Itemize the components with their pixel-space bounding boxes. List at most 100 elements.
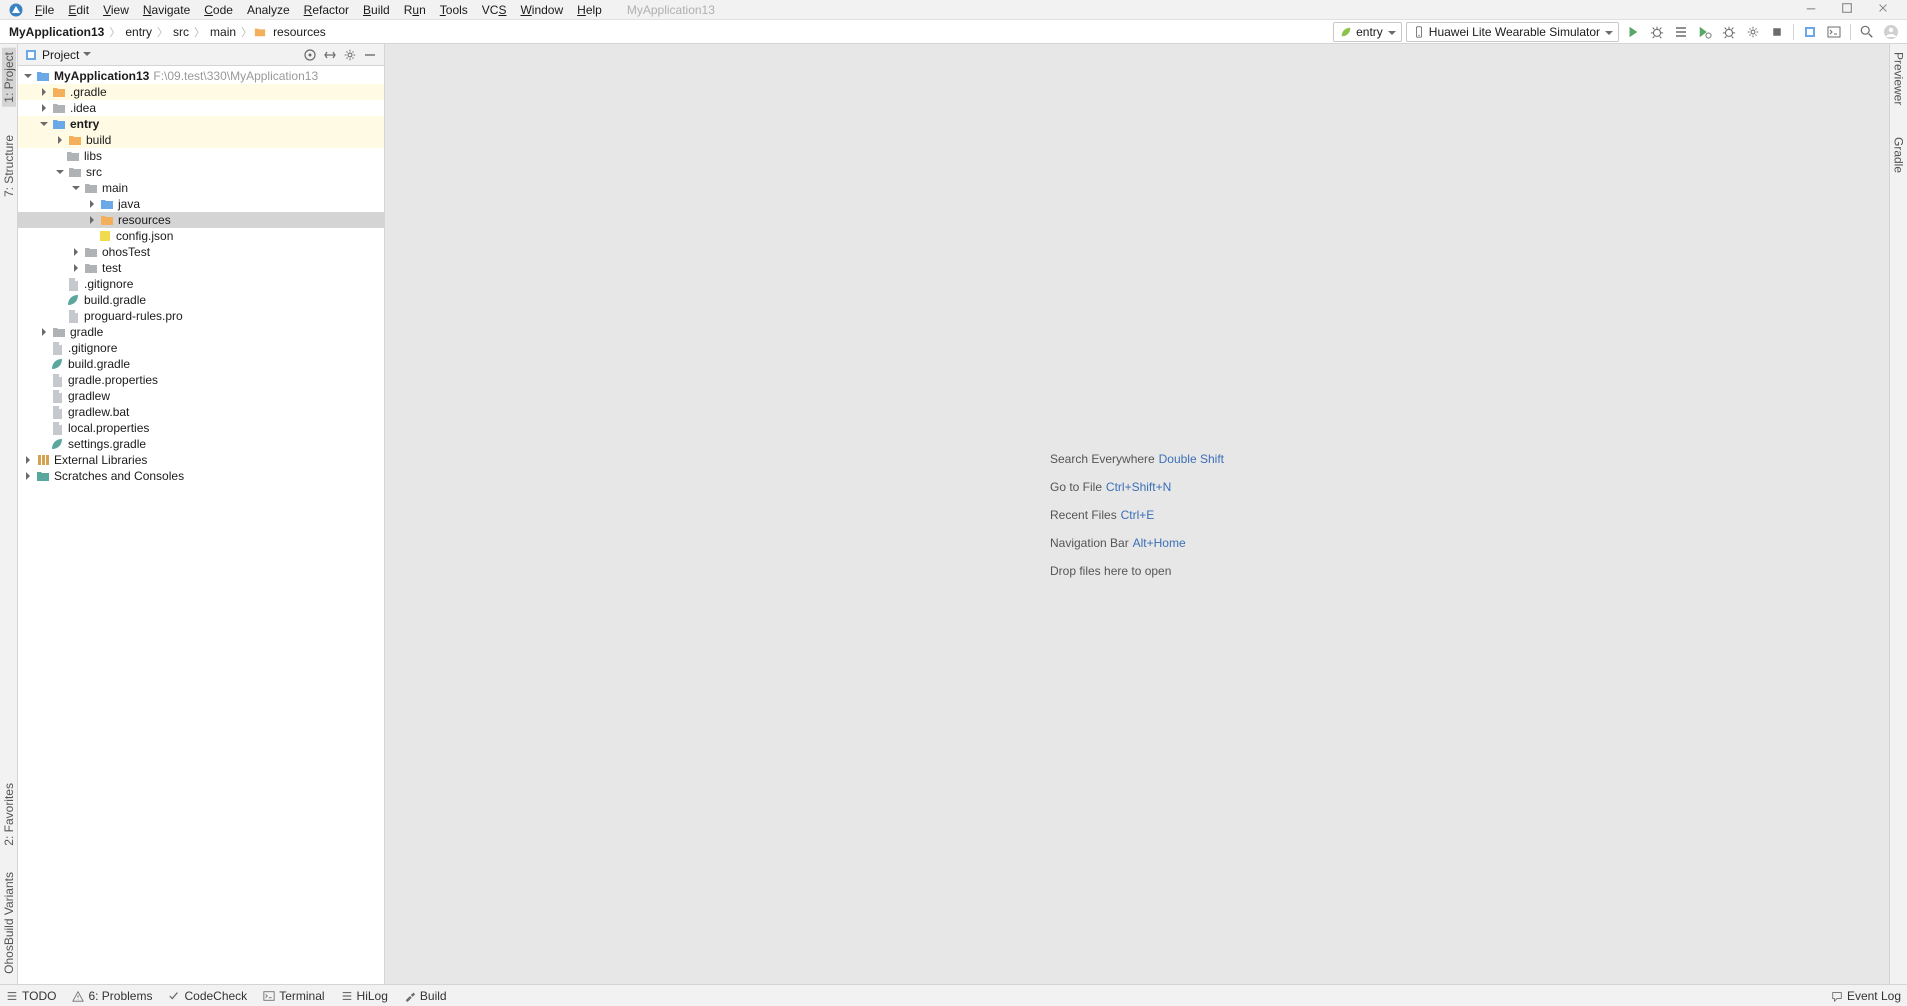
tree-test[interactable]: test	[18, 260, 384, 276]
file-icon	[66, 309, 80, 323]
menu-analyze[interactable]: Analyze	[240, 3, 297, 17]
editor-hints: Search Everywhere Double Shift Go to Fil…	[1050, 438, 1224, 590]
breadcrumb-main[interactable]: main	[207, 25, 239, 39]
device-combo[interactable]: Huawei Lite Wearable Simulator	[1406, 22, 1619, 42]
tree-java[interactable]: java	[18, 196, 384, 212]
run-tests-button[interactable]	[1743, 22, 1763, 42]
search-everywhere-button[interactable]	[1857, 22, 1877, 42]
locate-button[interactable]	[302, 47, 318, 63]
tree-scratches[interactable]: Scratches and Consoles	[18, 468, 384, 484]
file-icon	[50, 341, 64, 355]
status-eventlog[interactable]: Event Log	[1831, 989, 1901, 1003]
stop-button[interactable]	[1767, 22, 1787, 42]
gutter-structure-tab[interactable]: 7: Structure	[2, 131, 16, 201]
settings-button[interactable]	[342, 47, 358, 63]
status-hilog[interactable]: HiLog	[341, 989, 388, 1003]
window-close-icon[interactable]	[1877, 2, 1889, 17]
tree-main[interactable]: main	[18, 180, 384, 196]
debug-button[interactable]	[1647, 22, 1667, 42]
sidebar-view-combo[interactable]: Project	[42, 48, 91, 62]
editor-empty-state[interactable]: Search Everywhere Double Shift Go to Fil…	[385, 44, 1889, 984]
menu-vcs[interactable]: VCS	[475, 3, 514, 17]
tree-libs[interactable]: libs	[18, 148, 384, 164]
file-icon	[50, 405, 64, 419]
window-maximize-icon[interactable]	[1841, 2, 1853, 17]
status-todo[interactable]: TODO	[6, 989, 56, 1003]
menu-tools[interactable]: Tools	[433, 3, 475, 17]
project-sidebar: Project MyApplication13 F:\09.test\330\M…	[18, 44, 385, 984]
hint-drop-files-label: Drop files here to open	[1050, 564, 1171, 578]
gutter-ohosbuild-tab[interactable]: OhosBuild Variants	[2, 868, 16, 978]
tree-ohostest[interactable]: ohosTest	[18, 244, 384, 260]
breadcrumb-root[interactable]: MyApplication13	[6, 25, 107, 39]
status-terminal[interactable]: Terminal	[263, 989, 324, 1003]
app-logo-icon	[8, 2, 24, 18]
menu-window[interactable]: Window	[513, 3, 570, 17]
file-icon	[98, 229, 112, 243]
gutter-favorites-tab[interactable]: 2: Favorites	[2, 779, 16, 850]
tree-gitignore[interactable]: .gitignore	[18, 276, 384, 292]
tree-build[interactable]: build	[18, 132, 384, 148]
status-build[interactable]: Build	[404, 989, 447, 1003]
breadcrumb[interactable]: MyApplication13 〉 entry 〉 src 〉 main 〉 r…	[6, 24, 329, 40]
gutter-gradle-tab[interactable]: Gradle	[1892, 133, 1906, 177]
hide-button[interactable]	[362, 47, 378, 63]
file-icon	[50, 421, 64, 435]
menu-refactor[interactable]: Refactor	[297, 3, 356, 17]
breadcrumb-src[interactable]: src	[170, 25, 192, 39]
tree-root-gitignore[interactable]: .gitignore	[18, 340, 384, 356]
menu-help[interactable]: Help	[570, 3, 609, 17]
status-problems[interactable]: 6: Problems	[72, 989, 152, 1003]
phone-icon	[1413, 26, 1425, 38]
folder-icon	[66, 149, 80, 163]
run-config-combo[interactable]: entry	[1333, 22, 1402, 42]
tree-gradlew[interactable]: gradlew	[18, 388, 384, 404]
menu-file[interactable]: File	[28, 3, 61, 17]
menu-edit[interactable]: Edit	[61, 3, 96, 17]
tree-proguard[interactable]: proguard-rules.pro	[18, 308, 384, 324]
tree-gradle-props[interactable]: gradle.properties	[18, 372, 384, 388]
tree-gradle-dir[interactable]: .gradle	[18, 84, 384, 100]
tree-idea-dir[interactable]: .idea	[18, 100, 384, 116]
breadcrumb-resources[interactable]: resources	[270, 25, 329, 39]
tree-build-gradle[interactable]: build.gradle	[18, 292, 384, 308]
tree-resources[interactable]: resources	[18, 212, 384, 228]
tree-gradlew-bat[interactable]: gradlew.bat	[18, 404, 384, 420]
tree-gradle-folder[interactable]: gradle	[18, 324, 384, 340]
attach-button[interactable]	[1719, 22, 1739, 42]
account-button[interactable]	[1881, 22, 1901, 42]
tree-entry[interactable]: entry	[18, 116, 384, 132]
menu-navigate[interactable]: Navigate	[136, 3, 197, 17]
tree-root[interactable]: MyApplication13 F:\09.test\330\MyApplica…	[18, 68, 384, 84]
file-icon	[50, 437, 64, 451]
tree-settings-gradle[interactable]: settings.gradle	[18, 436, 384, 452]
log-icon	[341, 990, 353, 1002]
tree-config[interactable]: config.json	[18, 228, 384, 244]
layout-button-2[interactable]	[1824, 22, 1844, 42]
window-minimize-icon[interactable]	[1805, 2, 1817, 17]
gutter-project-tab[interactable]: 1: Project	[2, 48, 16, 107]
right-gutter: Previewer Gradle	[1889, 44, 1907, 984]
layout-button-1[interactable]	[1800, 22, 1820, 42]
collapse-all-button[interactable]	[322, 47, 338, 63]
file-icon	[50, 357, 64, 371]
coverage-button[interactable]	[1671, 22, 1691, 42]
status-codecheck[interactable]: CodeCheck	[168, 989, 247, 1003]
menu-code[interactable]: Code	[197, 3, 240, 17]
tree-ext-libs[interactable]: External Libraries	[18, 452, 384, 468]
menu-run[interactable]: Run	[397, 3, 433, 17]
profile-button[interactable]	[1695, 22, 1715, 42]
breadcrumb-entry[interactable]: entry	[122, 25, 155, 39]
tree-root-build-gradle[interactable]: build.gradle	[18, 356, 384, 372]
menu-view[interactable]: View	[96, 3, 136, 17]
check-icon	[168, 990, 180, 1002]
folder-icon	[254, 26, 266, 38]
tree-src[interactable]: src	[18, 164, 384, 180]
gutter-previewer-tab[interactable]: Previewer	[1892, 48, 1906, 109]
tree-local-props[interactable]: local.properties	[18, 420, 384, 436]
project-tree[interactable]: MyApplication13 F:\09.test\330\MyApplica…	[18, 66, 384, 984]
hint-recent-files-key: Ctrl+E	[1121, 508, 1155, 522]
hint-navbar-label: Navigation Bar	[1050, 536, 1129, 550]
run-button[interactable]	[1623, 22, 1643, 42]
menu-build[interactable]: Build	[356, 3, 397, 17]
